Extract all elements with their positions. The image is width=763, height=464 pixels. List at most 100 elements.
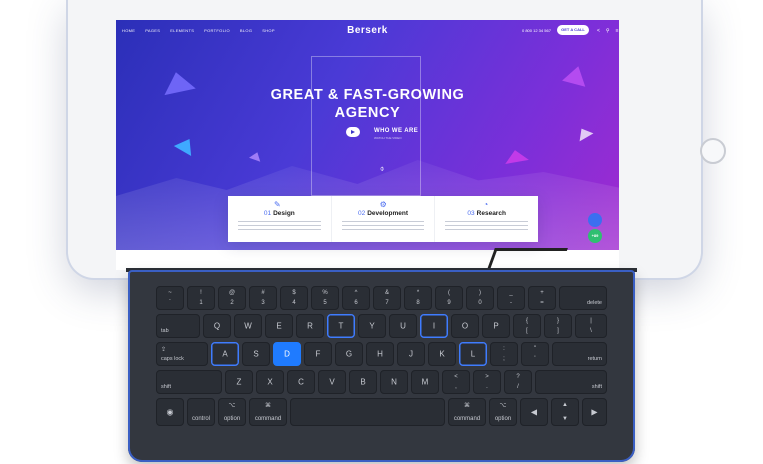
key-a[interactable]: A: [211, 342, 239, 366]
key-return[interactable]: return: [552, 342, 607, 366]
share-icon[interactable]: <: [597, 28, 600, 34]
key-backslash[interactable]: | \: [575, 314, 607, 338]
key-quote[interactable]: " ': [521, 342, 549, 366]
arrow-up-icon: ▲: [562, 402, 568, 408]
arrow-left-icon: ◀: [530, 407, 538, 417]
who-we-are-subtitle: WATCH THE VIDEO: [374, 136, 402, 140]
who-we-are-link[interactable]: WHO WE ARE: [374, 128, 418, 134]
key-0[interactable]: ) 0: [466, 286, 494, 310]
key-f[interactable]: F: [304, 342, 332, 366]
key-g[interactable]: G: [335, 342, 363, 366]
triangle-shape: [562, 63, 590, 87]
key-space[interactable]: [290, 398, 445, 426]
scroll-down-icon[interactable]: ⌽: [380, 166, 384, 174]
key-option-right[interactable]: ⌥ option: [489, 398, 517, 426]
key-delete[interactable]: delete: [559, 286, 607, 310]
key-tab[interactable]: tab: [156, 314, 200, 338]
key-n[interactable]: N: [380, 370, 408, 394]
key-period[interactable]: >.: [473, 370, 501, 394]
get-a-call-button[interactable]: GET A CALL: [557, 25, 589, 35]
card-title: 03 Research: [467, 210, 506, 217]
key-shift-right[interactable]: shift: [535, 370, 607, 394]
key-b[interactable]: B: [349, 370, 377, 394]
key-arrow-right[interactable]: ▶: [582, 398, 607, 426]
key-4[interactable]: $4: [280, 286, 308, 310]
chat-icon[interactable]: [588, 213, 602, 227]
key-arrow-left[interactable]: ◀: [520, 398, 548, 426]
key-2[interactable]: @2: [218, 286, 246, 310]
key-caps-lock[interactable]: ⇪ caps lock: [156, 342, 208, 366]
key-j[interactable]: J: [397, 342, 425, 366]
key-h[interactable]: H: [366, 342, 394, 366]
tablet-screen: HOME PAGES ELEMENTS PORTFOLIO BLOG SHOP …: [116, 20, 619, 270]
search-icon[interactable]: ⚲: [606, 28, 610, 34]
key-i[interactable]: I: [420, 314, 448, 338]
key-slash[interactable]: ? /: [504, 370, 532, 394]
key-t[interactable]: T: [327, 314, 355, 338]
key-w[interactable]: W: [234, 314, 262, 338]
key-8[interactable]: * 8: [404, 286, 432, 310]
key-x[interactable]: X: [256, 370, 284, 394]
key-z[interactable]: Z: [225, 370, 253, 394]
key-semicolon[interactable]: :;: [490, 342, 518, 366]
key-u[interactable]: U: [389, 314, 417, 338]
key-minus[interactable]: _ -: [497, 286, 525, 310]
key-y[interactable]: Y: [358, 314, 386, 338]
key-control[interactable]: control: [187, 398, 215, 426]
service-cards: ✎ 01 Design ⚙ 02 Development ◔ 03 Research: [228, 196, 538, 242]
key-1[interactable]: ! 1: [187, 286, 215, 310]
key-c[interactable]: C: [287, 370, 315, 394]
play-video-button[interactable]: [346, 127, 360, 137]
phone-number: 0 800 12 34 567: [522, 28, 551, 33]
globe-icon: ◉: [166, 407, 174, 417]
menu-icon[interactable]: ≡: [616, 28, 619, 34]
key-9[interactable]: (9: [435, 286, 463, 310]
card-description: [238, 221, 321, 233]
key-left-bracket[interactable]: {[: [513, 314, 541, 338]
smart-keyboard: ~ ` ! 1 @2 #3 $4 % 5 ^ 6 & 7 * 8 (9 ) 0 _ - + = d…: [128, 270, 635, 462]
card-title: 02 Development: [357, 210, 409, 217]
key-o[interactable]: O: [451, 314, 479, 338]
key-m[interactable]: M: [411, 370, 439, 394]
key-q[interactable]: Q: [203, 314, 231, 338]
key-s[interactable]: S: [242, 342, 270, 366]
service-card-development[interactable]: ⚙ 02 Development: [332, 196, 436, 242]
command-icon: ⌘: [464, 403, 470, 409]
key-k[interactable]: K: [428, 342, 456, 366]
key-r[interactable]: R: [296, 314, 324, 338]
key-command-right[interactable]: ⌘ command: [448, 398, 486, 426]
key-right-bracket[interactable]: }]: [544, 314, 572, 338]
card-description: [341, 221, 425, 233]
key-command-left[interactable]: ⌘ command: [249, 398, 287, 426]
site-navbar: HOME PAGES ELEMENTS PORTFOLIO BLOG SHOP …: [116, 20, 619, 44]
hero-headline: GREAT & FAST-GROWING AGENCY: [116, 86, 619, 122]
triangle-shape: [248, 150, 264, 162]
card-title: 01 Design: [263, 210, 295, 217]
key-equals[interactable]: + =: [528, 286, 556, 310]
key-e[interactable]: E: [265, 314, 293, 338]
key-arrow-up-down[interactable]: ▲ ▼: [551, 398, 579, 426]
key-6[interactable]: ^ 6: [342, 286, 370, 310]
home-button[interactable]: [700, 138, 726, 164]
key-v[interactable]: V: [318, 370, 346, 394]
key-comma[interactable]: <,: [442, 370, 470, 394]
key-option-left[interactable]: ⌥ option: [218, 398, 246, 426]
service-card-research[interactable]: ◔ 03 Research: [435, 196, 538, 242]
cart-badge[interactable]: +89: [588, 229, 602, 243]
service-card-design[interactable]: ✎ 01 Design: [228, 196, 332, 242]
key-3[interactable]: #3: [249, 286, 277, 310]
design-icon: ✎: [274, 200, 281, 209]
key-p[interactable]: P: [482, 314, 510, 338]
key-l[interactable]: L: [459, 342, 487, 366]
arrow-down-icon: ▼: [562, 416, 568, 422]
command-icon: ⌘: [265, 403, 271, 409]
key-d[interactable]: D: [273, 342, 301, 366]
key-shift-left[interactable]: shift: [156, 370, 222, 394]
arrow-right-icon: ▶: [591, 407, 598, 417]
key-5[interactable]: % 5: [311, 286, 339, 310]
gear-icon: ⚙: [379, 200, 387, 209]
decorative-frame: [311, 56, 421, 196]
key-7[interactable]: & 7: [373, 286, 401, 310]
key-globe[interactable]: ◉: [156, 398, 184, 426]
key-grave[interactable]: ~ `: [156, 286, 184, 310]
